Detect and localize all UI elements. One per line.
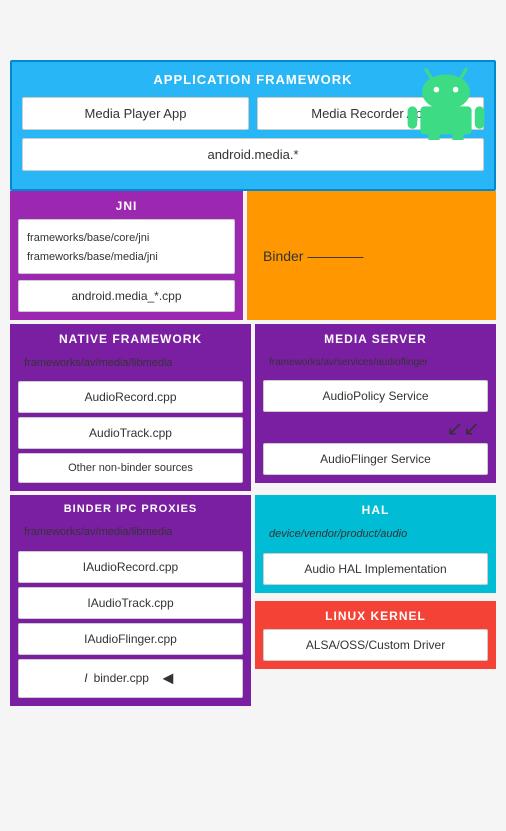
audio-hal-impl-label: Audio HAL Implementation bbox=[304, 562, 446, 576]
audio-track-cpp-box: AudioTrack.cpp bbox=[18, 417, 243, 449]
audio-record-cpp-box: AudioRecord.cpp bbox=[18, 381, 243, 413]
media-server-path: frameworks/av/services/audioflinger bbox=[263, 352, 488, 374]
hal-linux-col: HAL device/vendor/product/audio Audio HA… bbox=[255, 495, 496, 705]
jni-frameworks-text: frameworks/base/core/jniframeworks/base/… bbox=[27, 232, 158, 263]
native-framework-title: NATIVE FRAMEWORK bbox=[18, 332, 243, 346]
iaudio-track-box: IAudioTrack.cpp bbox=[18, 587, 243, 619]
android-media-cpp-box: android.media_*.cpp bbox=[18, 280, 235, 312]
iaudio-record-box: IAudioRecord.cpp bbox=[18, 551, 243, 583]
audio-policy-service-box: AudioPolicy Service bbox=[263, 380, 488, 412]
jni-binder-row: JNI frameworks/base/core/jniframeworks/b… bbox=[10, 191, 496, 320]
left-arrow-icon: ◄ bbox=[159, 668, 177, 689]
audio-flinger-service-box: AudioFlinger Service bbox=[263, 443, 488, 475]
double-arrow-icon: ↙↙ bbox=[263, 416, 488, 441]
binder-dash: ———— bbox=[307, 248, 363, 264]
media-player-box: Media Player App bbox=[22, 97, 249, 130]
media-server-title: MEDIA SERVER bbox=[263, 332, 488, 346]
binder-area: Binder ———— bbox=[247, 191, 496, 320]
linux-kernel-title: LINUX KERNEL bbox=[263, 609, 488, 623]
iaudio-record-label: IAudioRecord.cpp bbox=[83, 560, 178, 574]
android-robot bbox=[406, 60, 486, 140]
binder-hal-row: BINDER IPC PROXIES frameworks/av/media/l… bbox=[10, 495, 496, 705]
other-non-binder-box: Other non-binder sources bbox=[18, 453, 243, 483]
binder-label-area: Binder ———— bbox=[263, 248, 363, 264]
alsa-oss-label: ALSA/OSS/Custom Driver bbox=[306, 638, 445, 652]
jni-section: JNI frameworks/base/core/jniframeworks/b… bbox=[10, 191, 243, 320]
ibinder-label: I bbox=[84, 671, 87, 685]
linux-kernel-section: LINUX KERNEL ALSA/OSS/Custom Driver bbox=[255, 601, 496, 669]
audio-flinger-service-label: AudioFlinger Service bbox=[320, 452, 431, 466]
native-framework-path: frameworks/av/media/libmedia bbox=[18, 352, 243, 375]
binder-ipc-path: frameworks/av/media/libmedia bbox=[18, 521, 243, 544]
binder-ipc-col: BINDER IPC PROXIES frameworks/av/media/l… bbox=[10, 495, 251, 705]
iaudio-track-label: IAudioTrack.cpp bbox=[87, 596, 173, 610]
media-server-col: MEDIA SERVER frameworks/av/services/audi… bbox=[255, 324, 496, 491]
android-media-box: android.media.* bbox=[22, 138, 484, 171]
iaudio-flinger-label: IAudioFlinger.cpp bbox=[84, 632, 177, 646]
audio-hal-impl-box: Audio HAL Implementation bbox=[263, 553, 488, 585]
audio-policy-service-label: AudioPolicy Service bbox=[322, 389, 428, 403]
alsa-oss-box: ALSA/OSS/Custom Driver bbox=[263, 629, 488, 661]
other-non-binder-label: Other non-binder sources bbox=[68, 462, 193, 474]
audio-track-cpp-label: AudioTrack.cpp bbox=[89, 426, 172, 440]
hal-path: device/vendor/product/audio bbox=[263, 523, 488, 546]
binder-ipc-section: BINDER IPC PROXIES frameworks/av/media/l… bbox=[10, 495, 251, 705]
binder-label: Binder bbox=[263, 248, 303, 264]
hal-section: HAL device/vendor/product/audio Audio HA… bbox=[255, 495, 496, 592]
jni-title: JNI bbox=[18, 199, 235, 213]
iaudio-flinger-box: IAudioFlinger.cpp bbox=[18, 623, 243, 655]
ibinder-rest: binder.cpp bbox=[94, 671, 149, 685]
jni-frameworks-box: frameworks/base/core/jniframeworks/base/… bbox=[18, 219, 235, 274]
ibinder-box: Ibinder.cpp ◄ bbox=[18, 659, 243, 698]
audio-record-cpp-label: AudioRecord.cpp bbox=[84, 390, 176, 404]
hal-title: HAL bbox=[263, 503, 488, 517]
android-media-row: android.media.* bbox=[22, 138, 484, 171]
native-framework-section: NATIVE FRAMEWORK frameworks/av/media/lib… bbox=[10, 324, 251, 491]
native-framework-col: NATIVE FRAMEWORK frameworks/av/media/lib… bbox=[10, 324, 251, 491]
media-server-section: MEDIA SERVER frameworks/av/services/audi… bbox=[255, 324, 496, 483]
binder-ipc-title: BINDER IPC PROXIES bbox=[18, 503, 243, 515]
native-media-row: NATIVE FRAMEWORK frameworks/av/media/lib… bbox=[10, 324, 496, 491]
